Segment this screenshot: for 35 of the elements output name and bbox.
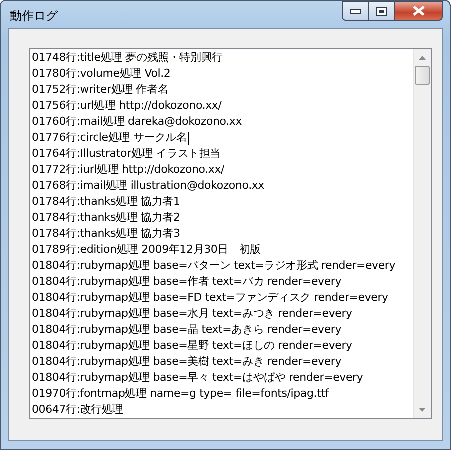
log-line: 01752行:writer処理 作者名 — [32, 82, 169, 98]
log-line: 01804行:rubymap処理 base=パターン text=ラジオ形式 render=every — [32, 258, 396, 274]
log-line: 01970行:fontmap処理 name=g type= file=fonts/ipag.ttf — [32, 386, 329, 402]
log-line: 01784行:thanks処理 協力者2 — [32, 210, 180, 226]
log-line: 01804行:rubymap処理 base=作者 text=バカ render=every — [32, 274, 342, 290]
log-line: 01772行:iurl処理 http://dokozono.xx/ — [32, 162, 225, 178]
vertical-scrollbar[interactable] — [413, 49, 431, 418]
scroll-down-icon[interactable] — [419, 408, 426, 412]
log-text-area[interactable] — [29, 48, 432, 419]
log-line: 01804行:rubymap処理 base=美樹 text=みき render=every — [32, 354, 342, 370]
log-line: 00647行:改行処理 — [32, 402, 124, 418]
close-icon — [412, 6, 424, 16]
minimize-button[interactable] — [342, 1, 369, 21]
log-line: 01804行:rubymap処理 base=晶 text=あきら render=every — [32, 322, 342, 338]
log-line: 01760行:mail処理 dareka@dokozono.xx — [32, 114, 242, 130]
scroll-up-icon[interactable] — [419, 56, 426, 60]
maximize-icon — [376, 6, 387, 16]
log-line: 01789行:edition処理 2009年12月30日 初版 — [32, 242, 261, 258]
close-button[interactable] — [395, 1, 443, 21]
log-line: 01776行:circle処理 サークル名 — [32, 130, 188, 146]
log-line: 01804行:rubymap処理 base=星野 text=ほしの render=every — [32, 338, 352, 354]
window-title: 動作ログ — [10, 8, 58, 25]
maximize-button[interactable] — [369, 1, 395, 21]
log-line: 01784行:thanks処理 協力者3 — [32, 226, 180, 242]
log-line: 01748行:title処理 夢の残照・特別興行 — [32, 50, 223, 66]
log-line: 01780行:volume処理 Vol.2 — [32, 66, 171, 82]
log-line: 01804行:rubymap処理 base=水月 text=みつき render=every — [32, 306, 352, 322]
log-line: 01804行:rubymap処理 base=早々 text=はやばや render=every — [32, 370, 364, 386]
scroll-thumb[interactable] — [415, 66, 430, 85]
log-line: 01784行:thanks処理 協力者1 — [32, 194, 180, 210]
log-line: 01756行:url処理 http://dokozono.xx/ — [32, 98, 222, 114]
log-line: 01764行:Illustrator処理 イラスト担当 — [32, 146, 221, 162]
log-line: 01804行:rubymap処理 base=FD text=ファンディスク render=every — [32, 290, 388, 306]
minimize-icon — [350, 8, 361, 14]
log-line: 01768行:imail処理 illustration@dokozono.xx — [32, 178, 264, 194]
